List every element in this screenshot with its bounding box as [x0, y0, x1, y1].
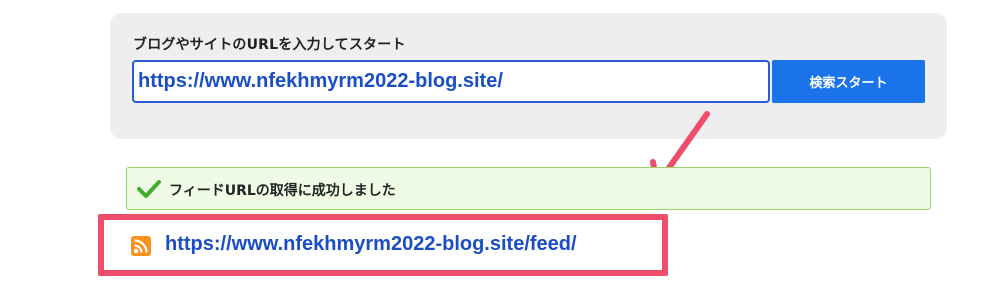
search-start-button[interactable]: 検索スタート [772, 60, 925, 103]
url-input[interactable] [132, 60, 770, 103]
rss-icon [131, 236, 151, 256]
success-message-box: フィードURLの取得に成功しました [126, 167, 931, 210]
check-icon [137, 180, 161, 198]
page: ブログやサイトのURLを入力してスタート 検索スタート フィードURLの取得に成… [0, 0, 1000, 287]
search-panel: ブログやサイトのURLを入力してスタート 検索スタート [110, 13, 947, 139]
feed-url-link[interactable]: https://www.nfekhmyrm2022-blog.site/feed… [165, 233, 577, 256]
search-prompt-label: ブログやサイトのURLを入力してスタート [133, 37, 406, 53]
success-message: フィードURLの取得に成功しました [169, 183, 396, 199]
